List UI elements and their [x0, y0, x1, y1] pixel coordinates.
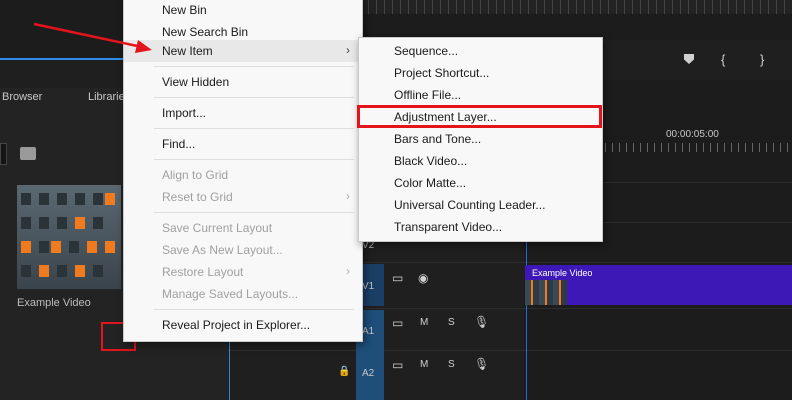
tab-libraries[interactable]: Librarie — [88, 91, 125, 103]
track-label-a2: A2 — [362, 368, 375, 379]
submenu-item-label: Sequence... — [394, 44, 459, 58]
menu-separator — [154, 97, 354, 98]
menu-item-label: Align to Grid — [162, 168, 229, 182]
tab-browser[interactable]: Browser — [2, 91, 42, 103]
menu-item-import[interactable]: Import... — [124, 102, 362, 124]
menu-separator — [154, 159, 354, 160]
menu-item-reset-to-grid: Reset to Grid › — [124, 186, 362, 208]
menu-separator — [154, 66, 354, 67]
menu-separator — [154, 309, 354, 310]
menu-item-reveal-project[interactable]: Reveal Project in Explorer... — [124, 314, 362, 336]
menu-item-save-as-new-layout: Save As New Layout... — [124, 239, 362, 261]
timecode-label: 00:00:05:00 — [666, 129, 719, 140]
annotation-highlight-box — [357, 105, 602, 128]
menu-item-label: Reset to Grid — [162, 190, 233, 204]
window-lit — [75, 217, 85, 229]
mute-button[interactable]: M — [420, 317, 428, 328]
window-lit — [51, 241, 61, 253]
window — [21, 193, 31, 205]
new-item-submenu: Sequence... Project Shortcut... Offline … — [358, 37, 603, 242]
menu-item-label: View Hidden — [162, 75, 230, 89]
submenu-item-universal-counting-leader[interactable]: Universal Counting Leader... — [359, 194, 602, 216]
submenu-item-color-matte[interactable]: Color Matte... — [359, 172, 602, 194]
window-lit — [105, 193, 115, 205]
window — [39, 217, 49, 229]
menu-item-label: Find... — [162, 137, 196, 151]
menu-item-label: New Search Bin — [162, 25, 249, 39]
annotation-arrow-icon — [33, 22, 152, 53]
submenu-item-offline-file[interactable]: Offline File... — [359, 84, 602, 106]
track-divider — [228, 350, 792, 351]
out-point-icon[interactable]: } — [760, 52, 764, 67]
menu-item-view-hidden[interactable]: View Hidden — [124, 71, 362, 93]
window — [21, 265, 31, 277]
submenu-item-sequence[interactable]: Sequence... — [359, 40, 602, 62]
window-lit — [87, 241, 97, 253]
search-input[interactable] — [0, 143, 7, 165]
menu-item-label: Restore Layout — [162, 265, 244, 279]
chevron-right-icon: › — [346, 264, 350, 278]
window — [57, 193, 67, 205]
submenu-item-label: Offline File... — [394, 88, 462, 102]
window — [69, 241, 79, 253]
window-lit — [21, 241, 31, 253]
chevron-right-icon: › — [346, 189, 350, 203]
menu-item-label: Save Current Layout — [162, 221, 273, 235]
menu-item-save-current-layout: Save Current Layout — [124, 217, 362, 239]
submenu-item-label: Bars and Tone... — [394, 132, 482, 146]
window-lit — [39, 265, 49, 277]
solo-button[interactable]: S — [448, 359, 455, 370]
clip-name: Example Video — [17, 297, 91, 309]
lock-icon[interactable]: 🔒 — [338, 366, 350, 377]
in-point-icon[interactable]: { — [721, 52, 725, 67]
submenu-item-label: Black Video... — [394, 154, 468, 168]
clip-thumbnail[interactable] — [17, 185, 121, 289]
time-ruler[interactable] — [605, 143, 792, 152]
window — [93, 265, 103, 277]
find-icon[interactable] — [20, 147, 36, 160]
menu-item-manage-saved-layouts: Manage Saved Layouts... — [124, 283, 362, 305]
timeline-clip-name: Example Video — [532, 268, 593, 278]
window — [39, 193, 49, 205]
chevron-right-icon: › — [346, 43, 350, 57]
window-lit — [105, 241, 115, 253]
clip-thumbnail-strip — [525, 280, 567, 305]
submenu-item-label: Color Matte... — [394, 176, 467, 190]
window — [21, 217, 31, 229]
track-label-a1: A1 — [362, 326, 375, 337]
microphone-icon[interactable]: 🎙 — [474, 315, 489, 329]
window — [93, 193, 103, 205]
microphone-icon[interactable]: 🎙 — [474, 357, 489, 371]
menu-item-label: Import... — [162, 106, 207, 120]
window — [75, 193, 85, 205]
window — [39, 241, 49, 253]
submenu-item-label: Project Shortcut... — [394, 66, 490, 80]
menu-separator — [154, 212, 354, 213]
submenu-item-project-shortcut[interactable]: Project Shortcut... — [359, 62, 602, 84]
window — [93, 217, 103, 229]
menu-separator — [154, 128, 354, 129]
submenu-item-label: Universal Counting Leader... — [394, 198, 546, 212]
menu-item-align-to-grid: Align to Grid — [124, 164, 362, 186]
top-ruler — [360, 0, 792, 14]
sync-lock-icon[interactable]: ▭ — [392, 358, 403, 372]
window — [57, 217, 67, 229]
menu-item-label: Manage Saved Layouts... — [162, 287, 299, 301]
sync-lock-icon[interactable]: ▭ — [392, 316, 403, 330]
submenu-item-bars-and-tone[interactable]: Bars and Tone... — [359, 128, 602, 150]
submenu-item-label: Transparent Video... — [394, 220, 503, 234]
solo-button[interactable]: S — [448, 317, 455, 328]
submenu-item-transparent-video[interactable]: Transparent Video... — [359, 216, 602, 238]
eye-icon[interactable]: ◉ — [418, 271, 428, 285]
submenu-item-black-video[interactable]: Black Video... — [359, 150, 602, 172]
track-label-v1: V1 — [362, 281, 375, 292]
menu-item-restore-layout: Restore Layout › — [124, 261, 362, 283]
menu-item-find[interactable]: Find... — [124, 133, 362, 155]
menu-item-label: Save As New Layout... — [162, 243, 283, 257]
window-lit — [75, 265, 85, 277]
mute-button[interactable]: M — [420, 359, 428, 370]
window — [57, 265, 67, 277]
film-icon[interactable]: ▭ — [392, 271, 403, 285]
menu-item-label: Reveal Project in Explorer... — [162, 318, 311, 332]
